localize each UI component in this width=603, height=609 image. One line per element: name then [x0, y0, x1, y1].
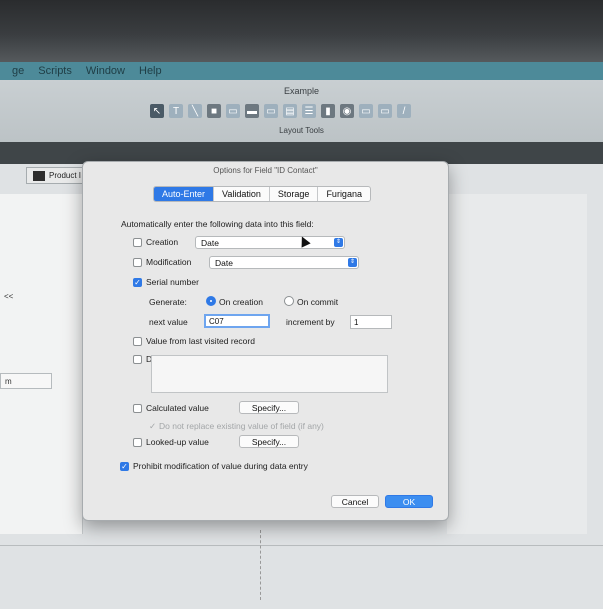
dialog-tabs: Auto-Enter Validation Storage Furigana: [153, 186, 371, 202]
tab-storage[interactable]: Storage: [270, 187, 319, 201]
button-bar-tool-icon[interactable]: ▭: [264, 104, 278, 118]
serial-number-label: Serial number: [146, 277, 199, 287]
menu-item-help[interactable]: Help: [139, 65, 162, 77]
creation-popup-value: Date: [201, 237, 219, 248]
serial-number-checkbox[interactable]: ✓: [133, 278, 142, 287]
next-value-field[interactable]: C07: [204, 314, 270, 328]
next-value-label: next value: [149, 317, 188, 327]
menu-bar: ge Scripts Window Help: [0, 62, 603, 80]
portal-tool-icon[interactable]: ▤: [283, 104, 297, 118]
increment-field[interactable]: 1: [350, 315, 392, 329]
do-not-replace-label[interactable]: Do not replace existing value of field (…: [159, 421, 324, 431]
tab-furigana[interactable]: Furigana: [318, 187, 370, 201]
modification-label: Modification: [146, 257, 192, 267]
modification-checkbox[interactable]: [133, 258, 142, 267]
creation-popup[interactable]: Date ⇕: [195, 236, 345, 249]
tab-validation[interactable]: Validation: [214, 187, 270, 201]
rectangle-tool-icon[interactable]: ■: [207, 104, 221, 118]
looked-up-value-checkbox[interactable]: [133, 438, 142, 447]
product-tab-label: Product I: [49, 171, 82, 180]
looked-up-value-label: Looked-up value: [146, 437, 209, 447]
last-visited-checkbox[interactable]: [133, 337, 142, 346]
toolbar-subtitle: Layout Tools: [279, 126, 324, 135]
lookup-specify-button[interactable]: Specify...: [239, 435, 299, 448]
field-options-dialog: Options for Field "ID Contact" Auto-Ente…: [82, 161, 449, 521]
prohibit-modification-label: Prohibit modification of value during da…: [133, 461, 308, 471]
layout-field[interactable]: m: [0, 373, 52, 389]
on-commit-radio[interactable]: [284, 296, 294, 306]
generate-label: Generate:: [149, 297, 187, 307]
layout-part-boundary: [0, 545, 603, 546]
tab-auto-enter[interactable]: Auto-Enter: [154, 187, 215, 201]
on-creation-label: On creation: [219, 297, 263, 307]
calculated-value-checkbox[interactable]: [133, 404, 142, 413]
popover-tool-icon[interactable]: ▭: [359, 104, 373, 118]
list-tool-icon[interactable]: ☰: [302, 104, 316, 118]
calculated-specify-button[interactable]: Specify...: [239, 401, 299, 414]
cancel-button[interactable]: Cancel: [331, 495, 379, 508]
pointer-tool-icon[interactable]: ↖: [150, 104, 164, 118]
popup-arrows-icon: ⇕: [334, 238, 343, 247]
monitor-bezel-photo: [0, 0, 603, 62]
button-tool-icon[interactable]: ▬: [245, 104, 259, 118]
on-commit-label: On commit: [297, 297, 339, 307]
on-creation-radio[interactable]: [206, 296, 216, 306]
chart-tool-icon[interactable]: ▮: [321, 104, 335, 118]
menu-item-scripts[interactable]: Scripts: [38, 65, 72, 77]
menu-item-window[interactable]: Window: [86, 65, 125, 77]
creation-label: Creation: [146, 237, 179, 247]
format-painter-icon[interactable]: /: [397, 104, 411, 118]
line-tool-icon[interactable]: ╲: [188, 104, 202, 118]
do-not-replace-checkmark-icon: ✓: [149, 421, 157, 431]
last-visited-label: Value from last visited record: [146, 336, 255, 346]
increment-label: increment by: [286, 317, 335, 327]
modification-popup[interactable]: Date ⇕: [209, 256, 359, 269]
layout-left-panel: [0, 194, 83, 534]
table-icon: [33, 170, 45, 181]
calculated-value-label: Calculated value: [146, 403, 209, 413]
layout-toolbar: Example ↖ T ╲ ■ ▭ ▬ ▭ ▤ ☰ ▮ ◉ ▭ ▭ / Layo…: [0, 80, 603, 143]
menu-item-layouts[interactable]: ge: [12, 65, 24, 77]
layout-guide: [260, 530, 261, 600]
creation-checkbox[interactable]: [133, 238, 142, 247]
slide-control-tool-icon[interactable]: ▭: [378, 104, 392, 118]
layout-right-panel: [447, 194, 587, 534]
popup-arrows-icon: ⇕: [348, 258, 357, 267]
text-tool-icon[interactable]: T: [169, 104, 183, 118]
modification-popup-value: Date: [215, 257, 233, 268]
data-field[interactable]: [151, 355, 388, 393]
field-tool-icon[interactable]: ▭: [226, 104, 240, 118]
prohibit-modification-checkbox[interactable]: ✓: [120, 462, 129, 471]
data-checkbox[interactable]: [133, 355, 142, 364]
window-title: Example: [283, 86, 319, 96]
web-viewer-tool-icon[interactable]: ◉: [340, 104, 354, 118]
dialog-title: Options for Field "ID Contact": [213, 166, 318, 175]
auto-enter-instruction: Automatically enter the following data i…: [121, 219, 314, 229]
ok-button[interactable]: OK: [385, 495, 433, 508]
layout-merge-text: <<: [4, 292, 14, 301]
layout-tools: ↖ T ╲ ■ ▭ ▬ ▭ ▤ ☰ ▮ ◉ ▭ ▭ /: [150, 102, 411, 120]
